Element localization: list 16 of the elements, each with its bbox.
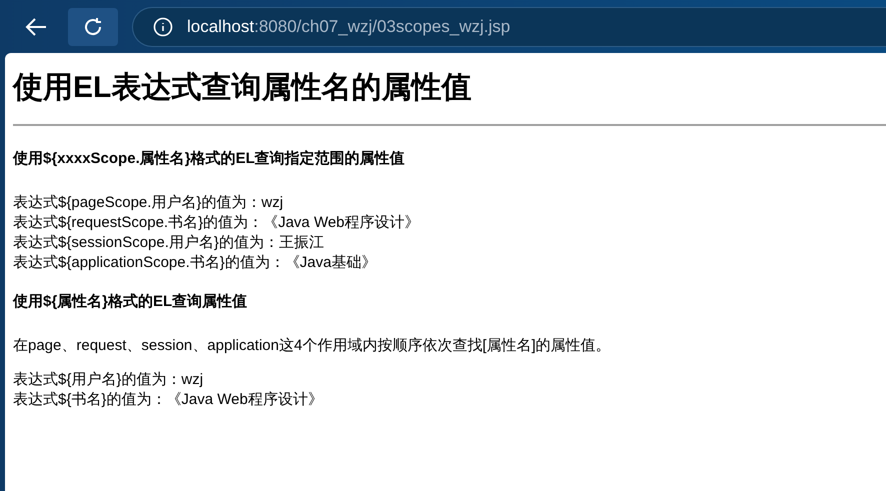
result-line: 表达式${requestScope.书名}的值为：《Java Web程序设计》 — [13, 212, 420, 232]
paragraph: 在page、request、session、application这4个作用域内按顺序依次查找[属性名]的属性值。 — [13, 336, 612, 356]
result-line: 表达式${书名}的值为：《Java Web程序设计》 — [13, 390, 323, 410]
reload-icon — [83, 16, 103, 36]
page-title: 使用EL表达式查询属性名的属性值 — [13, 70, 472, 106]
result-line: 表达式${用户名}的值为：wzj — [13, 370, 204, 390]
reload-button[interactable] — [68, 8, 118, 46]
section-heading: 使用${属性名}格式的EL查询属性值 — [13, 292, 248, 312]
url-text: localhost:8080/ch07_wzj/03scopes_wzj.jsp — [187, 16, 510, 38]
address-bar[interactable]: localhost:8080/ch07_wzj/03scopes_wzj.jsp — [132, 6, 886, 46]
back-icon — [25, 18, 47, 36]
result-line: 表达式${pageScope.用户名}的值为：wzj — [13, 192, 284, 212]
result-line: 表达式${applicationScope.书名}的值为：《Java基础》 — [13, 252, 376, 272]
result-line: 表达式${sessionScope.用户名}的值为：王振江 — [13, 232, 324, 252]
section-heading: 使用${xxxxScope.属性名}格式的EL查询指定范围的属性值 — [13, 149, 406, 169]
info-icon — [153, 16, 173, 36]
